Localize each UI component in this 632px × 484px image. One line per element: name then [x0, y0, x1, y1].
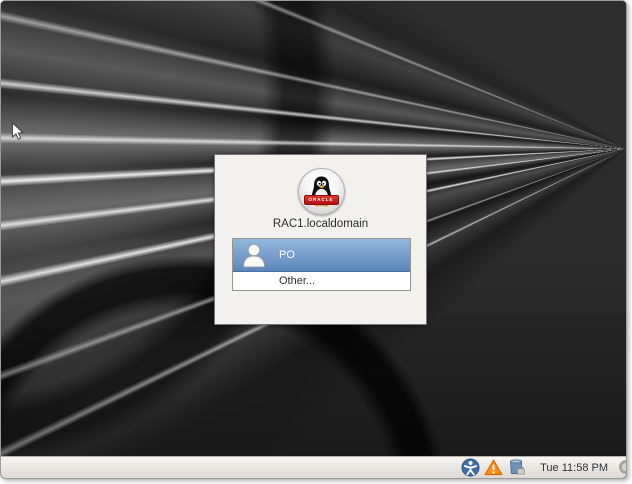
user-label: PO — [279, 249, 295, 261]
user-list: PO Other... — [232, 238, 411, 291]
oracle-badge: ORACLE — [303, 195, 339, 205]
panel-clock: Tue 11:58 PM — [540, 461, 608, 474]
shutdown-lock-icon[interactable] — [507, 458, 526, 477]
cutoff-edge-icon — [619, 460, 626, 474]
user-row-po[interactable]: PO — [233, 239, 410, 272]
screenshot-frame: ORACLE RAC1.localdomain PO Other... Tue … — [0, 0, 627, 479]
user-avatar-icon — [242, 243, 266, 268]
hostname-label: RAC1.localdomain — [272, 218, 369, 230]
login-dialog: ORACLE RAC1.localdomain PO Other... — [214, 154, 427, 325]
accessibility-icon[interactable] — [461, 458, 480, 477]
taskbar: Tue 11:58 PM — [1, 456, 626, 478]
user-row-other[interactable]: Other... — [233, 272, 410, 290]
other-label: Other... — [279, 275, 316, 287]
desktop-background: ORACLE RAC1.localdomain PO Other... Tue … — [1, 1, 626, 478]
warning-icon[interactable] — [484, 458, 503, 477]
arrow-cursor — [12, 122, 24, 140]
tux-penguin-graphic — [311, 176, 331, 207]
tux-penguin-logo-icon: ORACLE — [297, 168, 345, 215]
